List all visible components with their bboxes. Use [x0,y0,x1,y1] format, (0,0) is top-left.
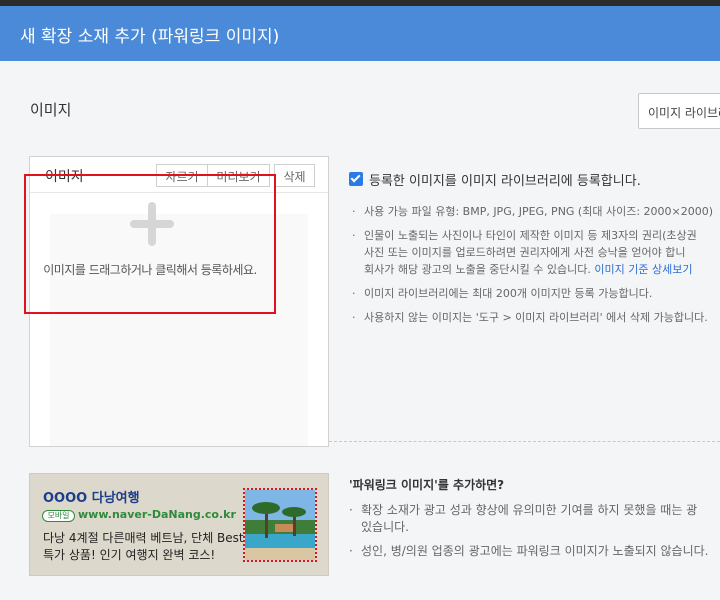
modal-header: 새 확장 소재 추가 (파워링크 이미지) [0,6,720,61]
mobile-badge: 모바일 [42,510,75,522]
info-item: 확장 소재가 광고 성과 향상에 유의미한 기여를 하지 못했을 때는 광 있습… [349,502,720,536]
guideline-item: 인물이 노출되는 사진이나 타인이 제작한 이미지 등 제3자의 권리(초상권 … [352,227,720,278]
image-criteria-link[interactable]: 이미지 기준 상세보기 [594,263,692,276]
check-icon [350,172,361,183]
ad-description: 다낭 4계절 다른매력 베트남, 단체 Best 특가 상품! 인기 여행지 완… [43,531,244,562]
powerlink-info-title: '파워링크 이미지'를 추가하면? [349,478,505,492]
register-to-library-label[interactable]: 등록한 이미지를 이미지 라이브러리에 등록합니다. [369,170,641,189]
info-item: 성인, 병/의원 업종의 광고에는 파워링크 이미지가 노출되지 않습니다. [349,543,720,560]
ad-title: OOOO 다낭여행 [43,491,140,506]
guideline-item: 사용 가능 파일 유형: BMP, JPG, JPEG, PNG (최대 사이즈… [352,203,720,220]
drop-zone-text: 이미지를 드래그하거나 클릭해서 등록하세요. [43,263,257,277]
section-label: 이미지 [30,101,72,119]
guideline-item: 사용하지 않는 이미지는 '도구 > 이미지 라이브러리' 에서 삭제 가능합니… [352,309,720,326]
guideline-item: 이미지 라이브러리에는 최대 200개 이미지만 등록 가능합니다. [352,285,720,302]
modal-title: 새 확장 소재 추가 (파워링크 이미지) [20,27,280,47]
modal-body: 이미지 이미지 라이브러리 이미지 자르기 미리보기 삭제 이미지를 드래그하거… [0,61,720,600]
register-to-library-checkbox[interactable] [349,172,363,186]
ad-thumbnail-image [243,488,317,562]
image-library-dropdown[interactable]: 이미지 라이브러리 [638,93,720,129]
ad-url: www.naver-DaNang.co.kr [78,508,236,521]
image-drop-zone[interactable]: 이미지를 드래그하거나 클릭해서 등록하세요. [24,174,276,314]
delete-button[interactable]: 삭제 [274,164,315,187]
powerlink-info: '파워링크 이미지'를 추가하면? 확장 소재가 광고 성과 향상에 유의미한 … [349,476,720,567]
image-guidelines: 사용 가능 파일 유형: BMP, JPG, JPEG, PNG (최대 사이즈… [352,203,720,333]
plus-icon-bar [130,220,174,228]
ad-preview-card: OOOO 다낭여행 모바일 www.naver-DaNang.co.kr 다낭 … [29,473,329,576]
section-divider [329,441,720,442]
